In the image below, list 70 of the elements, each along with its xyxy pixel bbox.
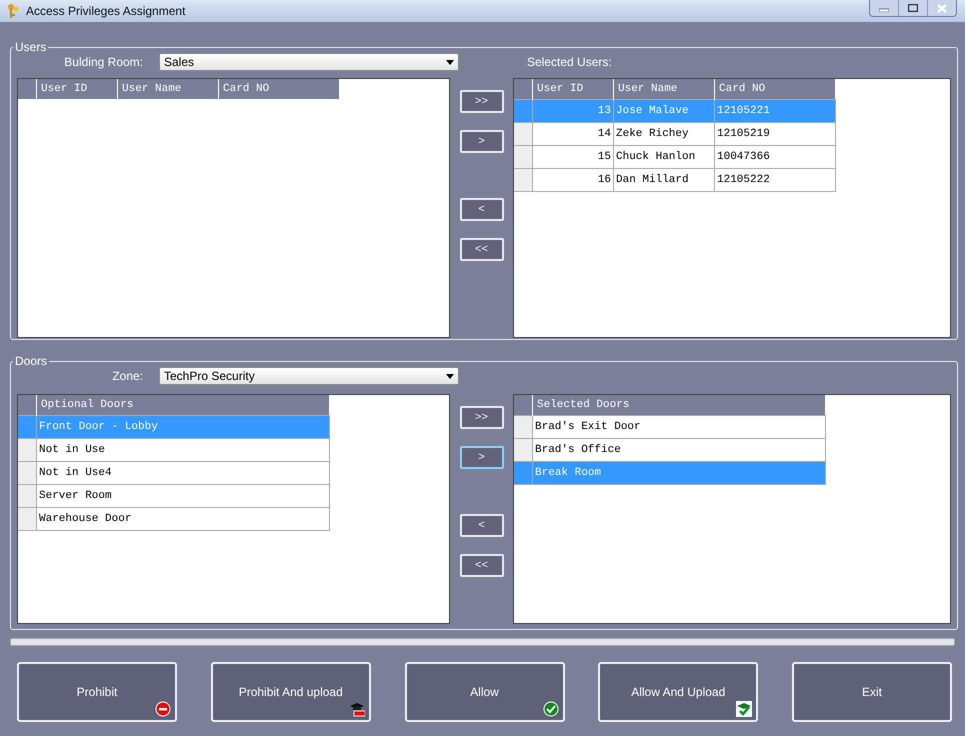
close-icon xyxy=(937,4,947,12)
dropdown-arrow-icon xyxy=(446,60,454,64)
row-header xyxy=(514,168,532,192)
table-cell: Dan Millard xyxy=(614,168,714,192)
column-header[interactable]: User Name xyxy=(614,79,714,100)
row-header xyxy=(18,484,36,508)
table-cell: 12105219 xyxy=(714,122,835,146)
filter-dropdown[interactable]: TechPro Security xyxy=(159,367,459,385)
move-button[interactable]: >> xyxy=(460,406,504,429)
column-header[interactable]: User Name xyxy=(118,79,218,99)
column-header[interactable]: Optional Doors xyxy=(36,395,329,416)
table-cell: 15 xyxy=(532,146,614,168)
row-header xyxy=(514,146,532,168)
filter-label: Bulding Room: xyxy=(63,55,143,69)
action-button[interactable]: Allow xyxy=(404,662,564,722)
move-button[interactable]: << xyxy=(460,554,504,577)
move-button[interactable]: > xyxy=(460,446,504,469)
selected-label: Selected Users: xyxy=(527,55,612,69)
prohibit-icon xyxy=(155,701,171,717)
row-header xyxy=(18,462,36,484)
column-header[interactable]: User ID xyxy=(532,79,614,100)
table-cell: 13 xyxy=(532,100,614,122)
move-button[interactable]: << xyxy=(460,238,504,261)
row-header xyxy=(514,416,532,438)
action-button[interactable]: Allow And Upload xyxy=(598,662,758,722)
table-cell: 14 xyxy=(532,122,614,146)
row-header xyxy=(18,79,36,99)
table-row[interactable]: 16 Dan Millard 12105222 xyxy=(514,168,835,192)
row-header xyxy=(514,395,532,416)
column-header[interactable]: Card NO xyxy=(714,79,835,100)
row-header xyxy=(514,79,532,100)
row-header xyxy=(514,462,532,484)
table-cell: Zeke Richey xyxy=(614,122,714,146)
table-row[interactable]: 15 Chuck Hanlon 10047366 xyxy=(514,146,835,168)
maximize-icon xyxy=(908,4,918,12)
filter-label: Zone: xyxy=(111,369,143,383)
move-button[interactable]: < xyxy=(460,514,504,537)
row-header xyxy=(514,100,532,122)
row-header xyxy=(514,438,532,462)
check-icon xyxy=(542,701,558,717)
move-button[interactable]: < xyxy=(460,198,504,221)
table-cell: 16 xyxy=(532,168,614,192)
dropdown-arrow-icon xyxy=(446,374,454,378)
group-legend: Users xyxy=(13,40,48,54)
column-header[interactable]: Card NO xyxy=(218,79,339,99)
move-button[interactable]: > xyxy=(460,130,504,153)
table-cell: 12105221 xyxy=(714,100,835,122)
column-header[interactable]: Selected Doors xyxy=(532,395,825,416)
table-cell: 10047366 xyxy=(714,146,835,168)
table-cell: 12105222 xyxy=(714,168,835,192)
column-header[interactable]: User ID xyxy=(36,79,118,99)
table-row[interactable]: 13 Jose Malave 12105221 xyxy=(514,100,835,122)
row-header xyxy=(18,395,36,416)
table-cell: Jose Malave xyxy=(614,100,714,122)
table-cell: Chuck Hanlon xyxy=(614,146,714,168)
action-button[interactable]: Prohibit xyxy=(17,662,177,722)
group-legend: Doors xyxy=(13,354,50,368)
row-header xyxy=(18,416,36,438)
action-button[interactable]: Exit xyxy=(792,662,952,722)
action-button[interactable]: Prohibit And upload xyxy=(210,662,371,722)
row-header xyxy=(514,122,532,146)
table-row[interactable]: 14 Zeke Richey 12105219 xyxy=(514,122,835,146)
window-title: Access Privileges Assignment xyxy=(26,4,186,18)
row-header xyxy=(18,438,36,462)
row-header xyxy=(18,508,36,530)
cap-check-icon xyxy=(736,701,752,717)
filter-dropdown[interactable]: Sales xyxy=(159,53,459,71)
move-button[interactable]: >> xyxy=(460,90,504,113)
cap-prohibit-icon xyxy=(348,701,365,717)
key-icon xyxy=(6,3,20,19)
